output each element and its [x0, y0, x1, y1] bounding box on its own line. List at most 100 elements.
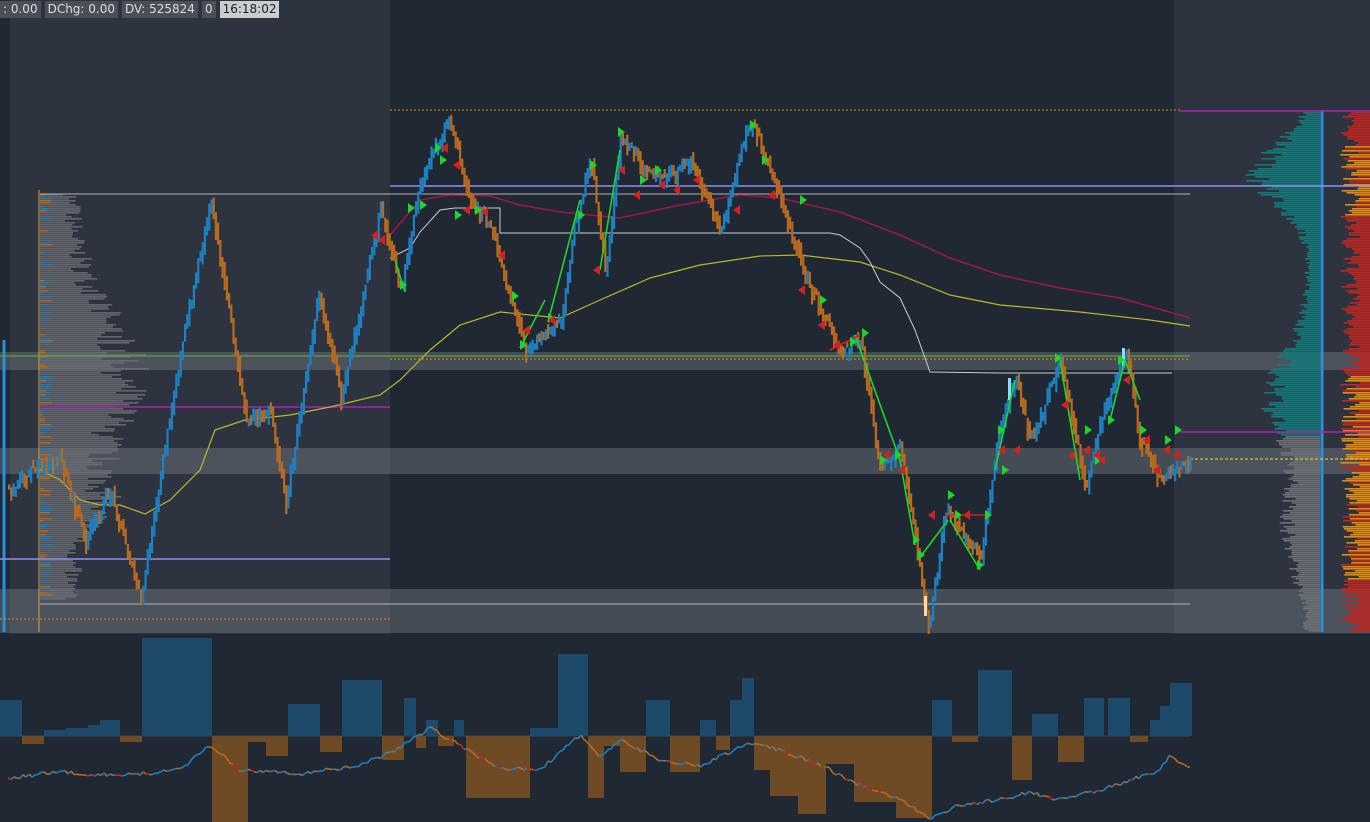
cumulative-delta-segment: [454, 740, 459, 745]
price-bar: [626, 134, 629, 156]
price-bar: [43, 462, 46, 478]
price-bar: [940, 531, 943, 562]
cumulative-delta-segment: [202, 746, 207, 752]
left-profile-row: [40, 376, 113, 378]
cumulative-delta-segment: [1171, 756, 1176, 760]
right-profile-row: [1303, 606, 1320, 608]
right-profile-row: [1295, 498, 1320, 500]
right-profile-row: [1296, 126, 1320, 128]
right-delta-row: [1347, 262, 1370, 264]
right-profile-row: [1291, 362, 1320, 364]
right-profile-row: [1298, 584, 1320, 586]
right-profile-row: [1269, 384, 1320, 386]
left-profile-tick: [40, 476, 51, 478]
right-delta-row: [1343, 422, 1370, 424]
right-profile-row: [1305, 616, 1320, 618]
right-delta-row: [1349, 180, 1370, 182]
price-bar: [492, 226, 495, 240]
left-profile-tick: [40, 490, 52, 492]
price-bar: [718, 215, 721, 235]
right-delta-row: [1348, 272, 1370, 274]
price-bar: [280, 461, 283, 479]
price-bar: [406, 253, 409, 270]
right-delta-row: [1348, 614, 1370, 616]
sell-marker-icon: [453, 160, 460, 170]
right-delta-row: [1346, 454, 1370, 456]
price-bar: [1167, 467, 1170, 480]
price-bar: [1017, 374, 1020, 391]
left-profile-row: [40, 302, 89, 304]
price-bar: [1169, 465, 1172, 479]
right-profile-row: [1300, 338, 1320, 340]
right-delta-row: [1355, 202, 1370, 204]
price-bar: [456, 137, 459, 150]
right-profile-row: [1274, 388, 1320, 390]
price-bar: [965, 532, 968, 546]
right-delta-row: [1346, 388, 1370, 390]
right-delta-row: [1347, 126, 1370, 128]
price-bar: [503, 264, 506, 282]
right-delta-row: [1352, 354, 1370, 356]
right-profile-row: [1298, 562, 1320, 564]
right-profile-row: [1307, 256, 1320, 258]
right-profile-row: [1274, 380, 1320, 382]
price-bar: [932, 596, 935, 621]
cumulative-delta-segment: [931, 814, 936, 820]
price-bar: [388, 233, 391, 251]
right-profile-row: [1296, 570, 1320, 572]
price-bar: [562, 303, 565, 330]
price-bar: [36, 459, 39, 479]
price-bar: [184, 323, 187, 342]
cumulative-delta-segment: [1018, 791, 1023, 797]
left-profile-tick: [40, 410, 47, 412]
right-delta-row: [1341, 190, 1370, 192]
price-bar: [844, 347, 847, 358]
price-bar: [217, 222, 220, 245]
cumulative-delta-segment: [976, 801, 981, 806]
price-bar: [443, 122, 446, 143]
price-bar: [263, 409, 266, 423]
price-bar: [681, 158, 684, 173]
right-profile-row: [1293, 508, 1320, 510]
price-chart[interactable]: [0, 0, 1370, 822]
price-bar: [1099, 415, 1102, 436]
right-delta-row: [1342, 350, 1370, 352]
cumulative-delta-segment: [607, 747, 612, 751]
price-bar: [802, 254, 805, 275]
right-delta-row: [1343, 616, 1370, 618]
cumulative-delta-segment: [508, 768, 513, 771]
right-profile-row: [1305, 314, 1320, 316]
cumulative-delta-segment: [709, 758, 714, 764]
delta-negative-bar: [604, 736, 620, 746]
price-bar: [643, 165, 646, 178]
right-delta-row: [1350, 556, 1370, 558]
right-profile-row: [1294, 226, 1320, 228]
left-profile-row: [40, 228, 72, 230]
right-delta-row: [1347, 160, 1370, 162]
left-profile-row: [40, 254, 70, 256]
price-bar: [569, 259, 572, 283]
price-bar: [637, 148, 640, 162]
left-profile-tick: [40, 508, 52, 510]
right-delta-row: [1345, 168, 1370, 170]
cumulative-delta-segment: [283, 770, 288, 774]
right-delta-row: [1355, 144, 1370, 146]
left-profile-row: [40, 274, 92, 276]
left-profile-tick: [40, 304, 47, 306]
delta-negative-bar: [248, 736, 266, 742]
price-bar: [382, 201, 385, 218]
right-profile-row: [1307, 266, 1320, 268]
left-profile-row: [40, 276, 92, 278]
right-delta-row: [1351, 256, 1370, 258]
price-bar: [366, 268, 369, 283]
right-delta-row: [1356, 296, 1370, 298]
price-bar: [166, 428, 169, 456]
price-bar: [771, 168, 774, 181]
price-bar: [815, 288, 818, 296]
right-delta-row: [1344, 488, 1370, 490]
price-bar: [170, 402, 173, 431]
price-bar: [199, 251, 202, 262]
price-bar: [505, 270, 508, 291]
left-profile-tick: [40, 502, 46, 504]
price-bar: [1015, 375, 1018, 390]
